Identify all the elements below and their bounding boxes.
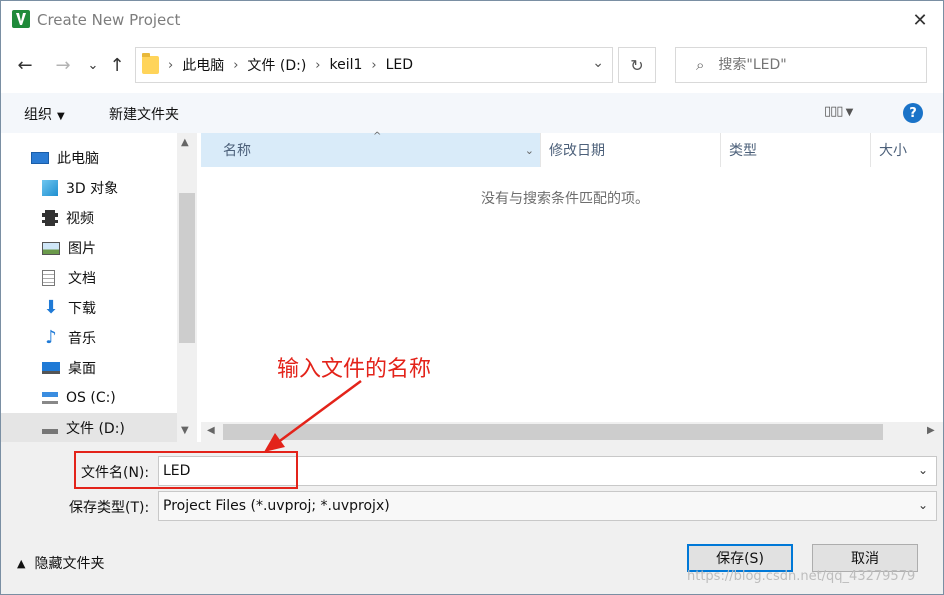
chevron-right-icon: › [168, 57, 174, 73]
sidebar-item-this-pc[interactable]: 此电脑 [1, 143, 177, 173]
annotation-text: 输入文件的名称 [277, 357, 432, 382]
hide-folders-toggle[interactable]: ▲ 隐藏文件夹 [17, 553, 104, 573]
drive-icon [42, 422, 58, 434]
chevron-down-icon[interactable]: ⌄ [918, 463, 928, 477]
navigation-bar: ← → ⌄ ↑ › 此电脑 › 文件 (D:) › keil1 › LED ⌄ … [1, 41, 943, 89]
sidebar-item-label: 桌面 [68, 361, 96, 377]
breadcrumb-keil1[interactable]: keil1 [329, 57, 362, 73]
caret-down-icon: ▼ [57, 111, 65, 122]
breadcrumb-drive-d[interactable]: 文件 (D:) [247, 55, 306, 75]
document-icon [42, 270, 55, 286]
column-date[interactable]: 修改日期 [541, 133, 721, 167]
save-button[interactable]: 保存(S) [687, 544, 793, 572]
sidebar-item-label: 音乐 [68, 331, 96, 347]
sidebar-item-label: 视频 [66, 211, 94, 227]
help-icon[interactable]: ? [903, 103, 923, 123]
sidebar-item-label: 3D 对象 [66, 181, 119, 197]
view-label: ▯▯▯ [824, 104, 843, 119]
chevron-down-icon[interactable]: ⌄ [592, 55, 604, 71]
sidebar-item-documents[interactable]: 文档 [1, 263, 177, 293]
sidebar-item-music[interactable]: ♪ 音乐 [1, 323, 177, 353]
view-options-icon[interactable]: ▯▯▯ ▼ [824, 104, 853, 119]
caret-up-icon: ▲ [17, 556, 26, 570]
chevron-down-icon[interactable]: ⌄ [525, 144, 534, 157]
music-icon: ♪ [45, 327, 57, 348]
sidebar-item-videos[interactable]: 视频 [1, 203, 177, 233]
organize-label: 组织 [24, 107, 52, 123]
hide-folders-label: 隐藏文件夹 [34, 556, 105, 572]
scroll-right-icon[interactable]: ▶ [927, 425, 935, 436]
column-name-label: 名称 [223, 143, 251, 159]
annotation-highlight-box [74, 451, 298, 489]
sidebar-item-desktop[interactable]: 桌面 [1, 353, 177, 383]
folder-icon [142, 53, 159, 74]
address-bar[interactable]: › 此电脑 › 文件 (D:) › keil1 › LED ⌄ [135, 47, 613, 83]
film-icon [42, 210, 58, 226]
recent-locations-icon[interactable]: ⌄ [81, 53, 105, 77]
filetype-value: Project Files (*.uvproj; *.uvprojx) [163, 498, 390, 514]
search-box[interactable]: ⌕ [675, 47, 927, 83]
search-input[interactable] [718, 57, 909, 73]
filetype-select[interactable]: Project Files (*.uvproj; *.uvprojx) ⌄ [158, 491, 937, 521]
sidebar-item-downloads[interactable]: ⬇ 下载 [1, 293, 177, 323]
breadcrumb-led[interactable]: LED [386, 57, 413, 73]
command-toolbar: 组织 ▼ 新建文件夹 ▯▯▯ ▼ ? [1, 93, 943, 133]
computer-icon [31, 152, 49, 164]
empty-message: 没有与搜索条件匹配的项。 [481, 191, 649, 207]
up-arrow-icon[interactable]: ↑ [105, 53, 129, 77]
column-type[interactable]: 类型 [721, 133, 871, 167]
refresh-icon: ↻ [630, 55, 644, 75]
navigation-pane: 此电脑 3D 对象 视频 图片 文档 ⬇ 下载 ♪ 音乐 桌面 OS (C:) … [1, 133, 197, 442]
keil-app-icon [12, 10, 30, 28]
picture-icon [42, 241, 60, 255]
watermark: https://blog.csdn.net/qq_43279579 [687, 569, 916, 584]
chevron-right-icon: › [315, 57, 321, 73]
scroll-up-icon[interactable]: ▲ [181, 137, 189, 148]
forward-arrow-icon[interactable]: → [51, 53, 75, 77]
chevron-down-icon: ⌄ [917, 498, 928, 512]
sidebar-item-label: OS (C:) [66, 390, 116, 406]
drive-icon [42, 392, 58, 404]
sidebar-item-drive-c[interactable]: OS (C:) [1, 383, 177, 413]
scrollbar-thumb[interactable] [179, 193, 195, 343]
organize-menu[interactable]: 组织 ▼ [24, 104, 65, 124]
filetype-label: 保存类型(T): [69, 500, 150, 516]
refresh-button[interactable]: ↻ [618, 47, 656, 83]
sidebar-scrollbar[interactable]: ▲ ▼ [177, 133, 197, 442]
new-folder-button[interactable]: 新建文件夹 [109, 104, 179, 124]
chevron-right-icon: › [233, 57, 239, 73]
cube-icon [42, 180, 58, 196]
breadcrumb-this-pc[interactable]: 此电脑 [182, 55, 224, 75]
sort-ascending-icon: ^ [373, 131, 382, 142]
sidebar-item-label: 文件 (D:) [66, 421, 125, 437]
title-bar: Create New Project ✕ [1, 1, 943, 39]
search-icon: ⌕ [696, 56, 705, 74]
cancel-button[interactable]: 取消 [812, 544, 918, 572]
close-button[interactable]: ✕ [897, 1, 943, 39]
download-icon: ⬇ [43, 297, 59, 318]
column-name[interactable]: ^ 名称 ⌄ [201, 131, 541, 167]
back-arrow-icon[interactable]: ← [13, 53, 37, 77]
save-dialog: Create New Project ✕ ← → ⌄ ↑ › 此电脑 › 文件 … [0, 0, 944, 595]
file-list-scrollbar[interactable]: ◀ ▶ [201, 422, 943, 442]
sidebar-item-pictures[interactable]: 图片 [1, 233, 177, 263]
column-size[interactable]: 大小 [871, 133, 943, 167]
desktop-icon [42, 362, 60, 374]
sidebar-item-label: 此电脑 [57, 151, 99, 167]
scroll-down-icon[interactable]: ▼ [181, 425, 189, 436]
sidebar-item-label: 文档 [68, 271, 96, 287]
scrollbar-thumb[interactable] [223, 424, 883, 440]
scroll-left-icon[interactable]: ◀ [207, 425, 215, 436]
sidebar-item-3d-objects[interactable]: 3D 对象 [1, 173, 177, 203]
sidebar-item-label: 图片 [68, 241, 96, 257]
sidebar-item-drive-d[interactable]: 文件 (D:) [1, 413, 177, 442]
sidebar-item-label: 下载 [68, 301, 96, 317]
chevron-right-icon: › [371, 57, 377, 73]
window-title: Create New Project [37, 11, 181, 29]
column-header: ^ 名称 ⌄ 修改日期 类型 大小 [201, 131, 943, 167]
